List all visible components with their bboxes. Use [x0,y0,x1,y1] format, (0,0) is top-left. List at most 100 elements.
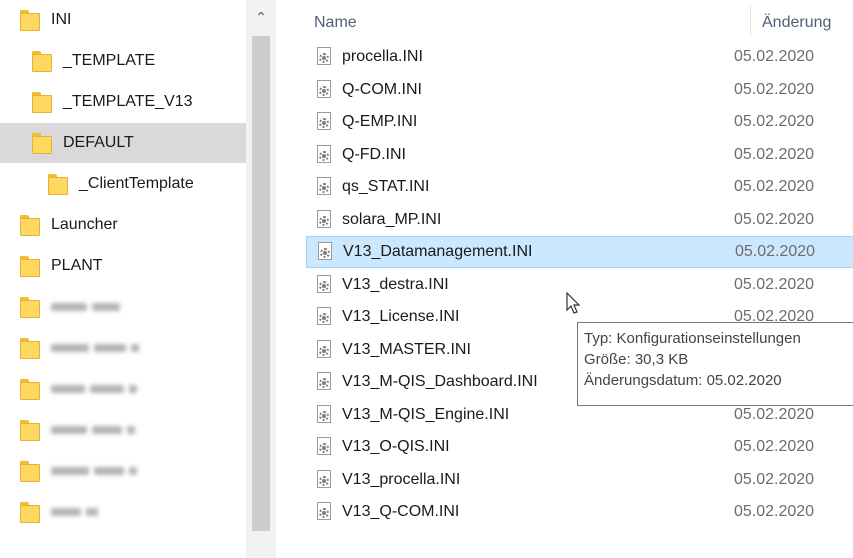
file-date: 05.02.2020 [734,113,815,130]
file-name: V13_M-QIS_Engine.INI [342,405,510,423]
folder-icon [48,173,69,195]
file-name: qs_STAT.INI [342,178,430,195]
file-name: procella.INI [342,48,423,65]
file-list: Name Änderung procella.INI 05.02.2020 Q-CO… [276,0,853,558]
file-name: Q-EMP.INI [342,113,418,130]
nav-item[interactable]: _TEMPLATE [0,41,246,81]
navigation-pane: INI _TEMPLATE _TEMPLATE_V13 DEFAULT _ClientT… [0,0,246,558]
nav-item[interactable]: PLANT [0,246,246,286]
ini-file-icon [316,469,332,490]
file-row[interactable]: Q-COM.INI 05.02.2020 [306,74,853,106]
file-date: 05.02.2020 [734,80,815,98]
file-date: 05.02.2020 [734,405,815,423]
file-date: 05.02.2020 [734,438,815,455]
nav-item[interactable] [0,369,246,409]
file-date: 05.02.2020 [734,145,815,163]
redacted-label [51,344,139,352]
ini-file-icon [316,502,332,522]
nav-item-label: _TEMPLATE [63,52,156,69]
redacted-label [51,508,98,516]
column-divider[interactable] [750,6,751,36]
nav-item-label: _TEMPLATE_V13 [63,93,193,110]
ini-file-icon [316,372,332,392]
nav-item[interactable] [0,492,246,532]
nav-scrollbar[interactable]: ⌃ [246,0,276,558]
ini-file-icon [316,404,332,425]
folder-icon [20,337,41,359]
ini-file-icon [317,242,333,262]
nav-item[interactable]: _TEMPLATE_V13 [0,82,246,122]
tooltip-size: Größe: 30,3 KB [584,351,689,368]
ini-file-icon [316,112,332,132]
file-name: solara_MP.INI [342,210,442,228]
folder-icon [32,91,53,113]
file-tooltip: Typ: Konfigurationseinstellungen Größe: … [577,322,853,406]
file-date: 05.02.2020 [734,275,815,293]
file-name: V13_Datamanagement.INI [343,243,533,260]
tooltip-date: Änderungsdatum: 05.02.2020 [584,372,782,389]
mouse-cursor-icon [566,292,581,314]
redacted-label [51,426,135,434]
column-header-modified-label: Änderung [762,14,832,31]
file-name: V13_procella.INI [342,470,461,488]
nav-item-label: PLANT [51,257,103,274]
file-row[interactable]: Q-FD.INI 05.02.2020 [306,139,853,171]
column-header-name[interactable]: Name [314,8,357,38]
nav-item-label: _ClientTemplate [79,175,194,192]
folder-icon [20,501,41,523]
folder-icon [20,460,41,482]
ini-file-icon [316,47,332,67]
file-date: 05.02.2020 [734,48,815,65]
nav-item-label: Launcher [51,216,118,233]
nav-item[interactable] [0,328,246,368]
file-row[interactable]: V13_Datamanagement.INI 05.02.2020 [306,236,853,268]
file-date: 05.02.2020 [735,243,816,260]
scrollbar-thumb[interactable] [252,36,270,531]
file-row[interactable]: solara_MP.INI 05.02.2020 [306,204,853,236]
folder-icon [20,255,41,277]
file-row[interactable]: V13_Q-COM.INI 05.02.2020 [306,496,853,528]
nav-item-label: INI [51,11,72,28]
nav-item[interactable]: Launcher [0,205,246,245]
file-date: 05.02.2020 [734,470,815,488]
file-date: 05.02.2020 [734,178,815,195]
file-name: V13_destra.INI [342,275,449,293]
ini-file-icon [316,307,332,327]
file-row[interactable]: V13_procella.INI 05.02.2020 [306,464,853,496]
folder-icon [20,214,41,236]
file-row[interactable]: qs_STAT.INI 05.02.2020 [306,171,853,203]
redacted-label [51,467,137,475]
folder-icon [20,9,41,31]
file-row[interactable]: Q-EMP.INI 05.02.2020 [306,106,853,138]
redacted-label [51,303,120,311]
tooltip-type: Typ: Konfigurationseinstellungen [584,330,801,347]
nav-item[interactable] [0,287,246,327]
file-name: V13_O-QIS.INI [342,438,450,455]
file-row[interactable]: procella.INI 05.02.2020 [306,41,853,73]
folder-icon [20,378,41,400]
ini-file-icon [316,274,332,295]
nav-item[interactable] [0,410,246,450]
nav-item[interactable] [0,451,246,491]
column-header-modified[interactable]: Änderung [762,8,831,38]
ini-file-icon [316,79,332,100]
file-row[interactable]: V13_O-QIS.INI 05.02.2020 [306,431,853,463]
redacted-label [51,385,137,393]
ini-file-icon [316,144,332,165]
nav-item-label: DEFAULT [63,134,134,151]
nav-item[interactable]: _ClientTemplate [0,164,246,204]
chevron-up-icon[interactable]: ⌃ [246,0,276,34]
folder-icon [32,132,53,154]
file-name: Q-COM.INI [342,80,422,98]
file-name: Q-FD.INI [342,145,406,163]
nav-item[interactable]: INI [0,0,246,40]
folder-icon [32,50,53,72]
ini-file-icon [316,177,332,197]
file-name: V13_Q-COM.INI [342,503,460,520]
folder-icon [20,419,41,441]
ini-file-icon [316,437,332,457]
nav-item[interactable]: DEFAULT [0,123,246,163]
folder-icon [20,296,41,318]
ini-file-icon [316,339,332,360]
ini-file-icon [316,209,332,230]
